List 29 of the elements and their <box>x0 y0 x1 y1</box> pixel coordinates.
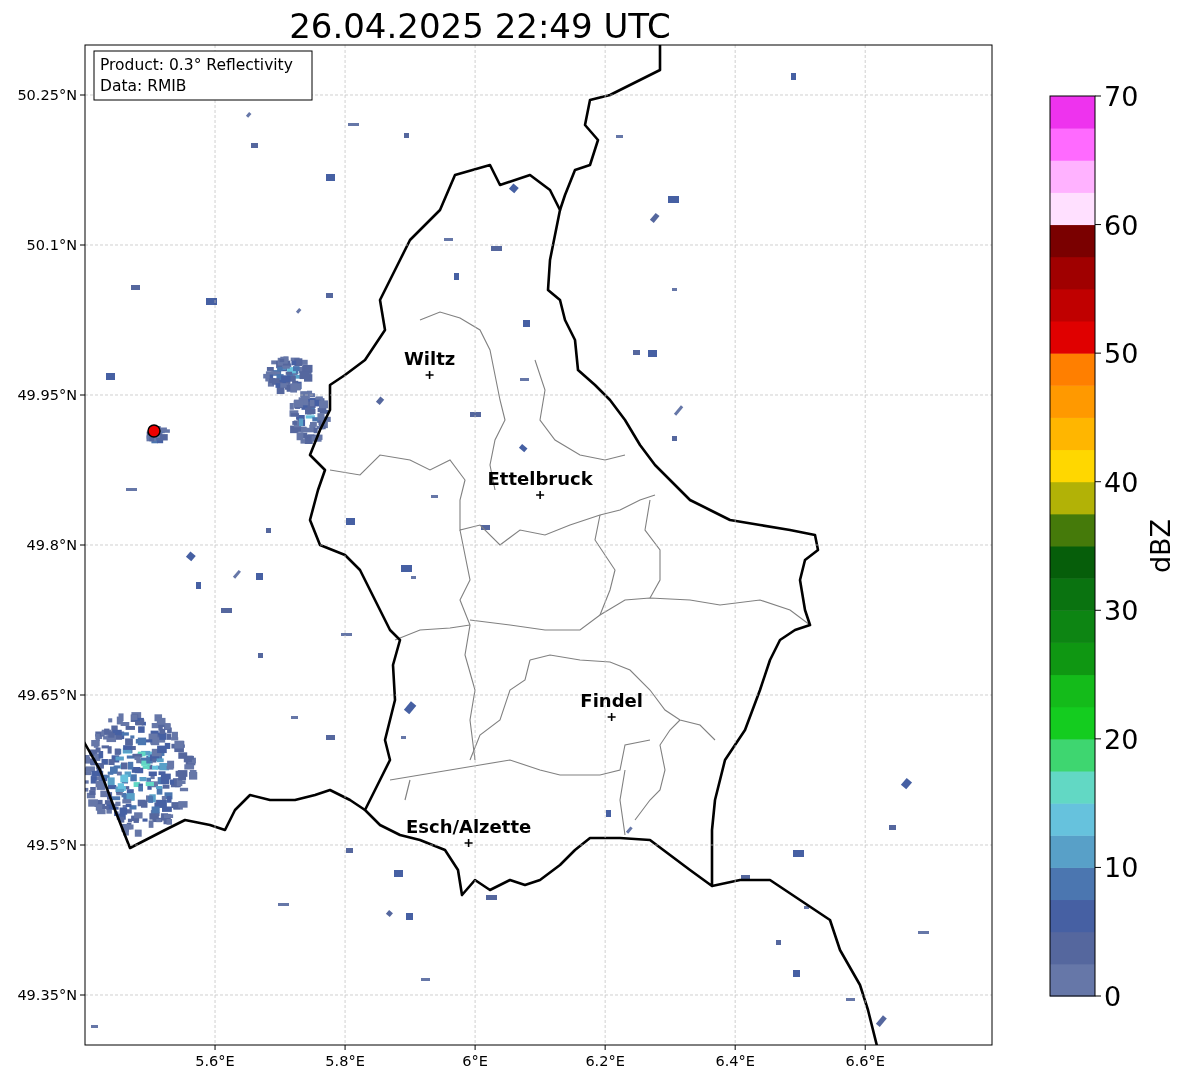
axis-tick-label: 6.4°E <box>715 1053 755 1069</box>
scale-tick-label: 10 <box>1104 852 1139 884</box>
axis-tick-label: 49.5°N <box>26 837 77 853</box>
city-label: Wiltz <box>403 348 456 369</box>
axis-tick-label: 6.2°E <box>585 1053 625 1069</box>
scale-tick-label: 60 <box>1104 209 1139 241</box>
scale-tick-label: 70 <box>1104 81 1139 112</box>
axis-tick-label: 50.25°N <box>17 87 77 103</box>
axis-tick-label: 49.95°N <box>17 387 77 403</box>
axis-tick-label: 50.1°N <box>26 237 77 253</box>
city-label: Findel <box>580 690 643 711</box>
axis-tick-label: 49.8°N <box>26 537 77 553</box>
city-label: Ettelbruck <box>487 468 593 489</box>
info-text: Product: 0.3° Reflectivity <box>100 56 293 74</box>
scale-axis-label: dBZ <box>1145 518 1176 574</box>
info-text: Data: RMIB <box>100 77 187 95</box>
axis-tick-label: 6.6°E <box>845 1053 885 1069</box>
scale-tick-label: 0 <box>1104 981 1122 1012</box>
chart-title: 26.04.2025 22:49 UTC <box>289 6 671 46</box>
axis-tick-label: 49.65°N <box>17 687 77 703</box>
scale-tick-label: 20 <box>1104 723 1139 755</box>
scale-tick-label: 30 <box>1104 595 1139 627</box>
axis-tick-label: 6°E <box>462 1053 488 1069</box>
city-label: Esch/Alzette <box>405 816 532 837</box>
scale-tick-label: 50 <box>1104 338 1139 370</box>
axis-tick-label: 49.35°N <box>17 987 77 1003</box>
scale-tick-label: 40 <box>1104 466 1139 498</box>
axis-tick-label: 5.6°E <box>195 1053 235 1069</box>
axis-tick-label: 5.8°E <box>325 1053 365 1069</box>
